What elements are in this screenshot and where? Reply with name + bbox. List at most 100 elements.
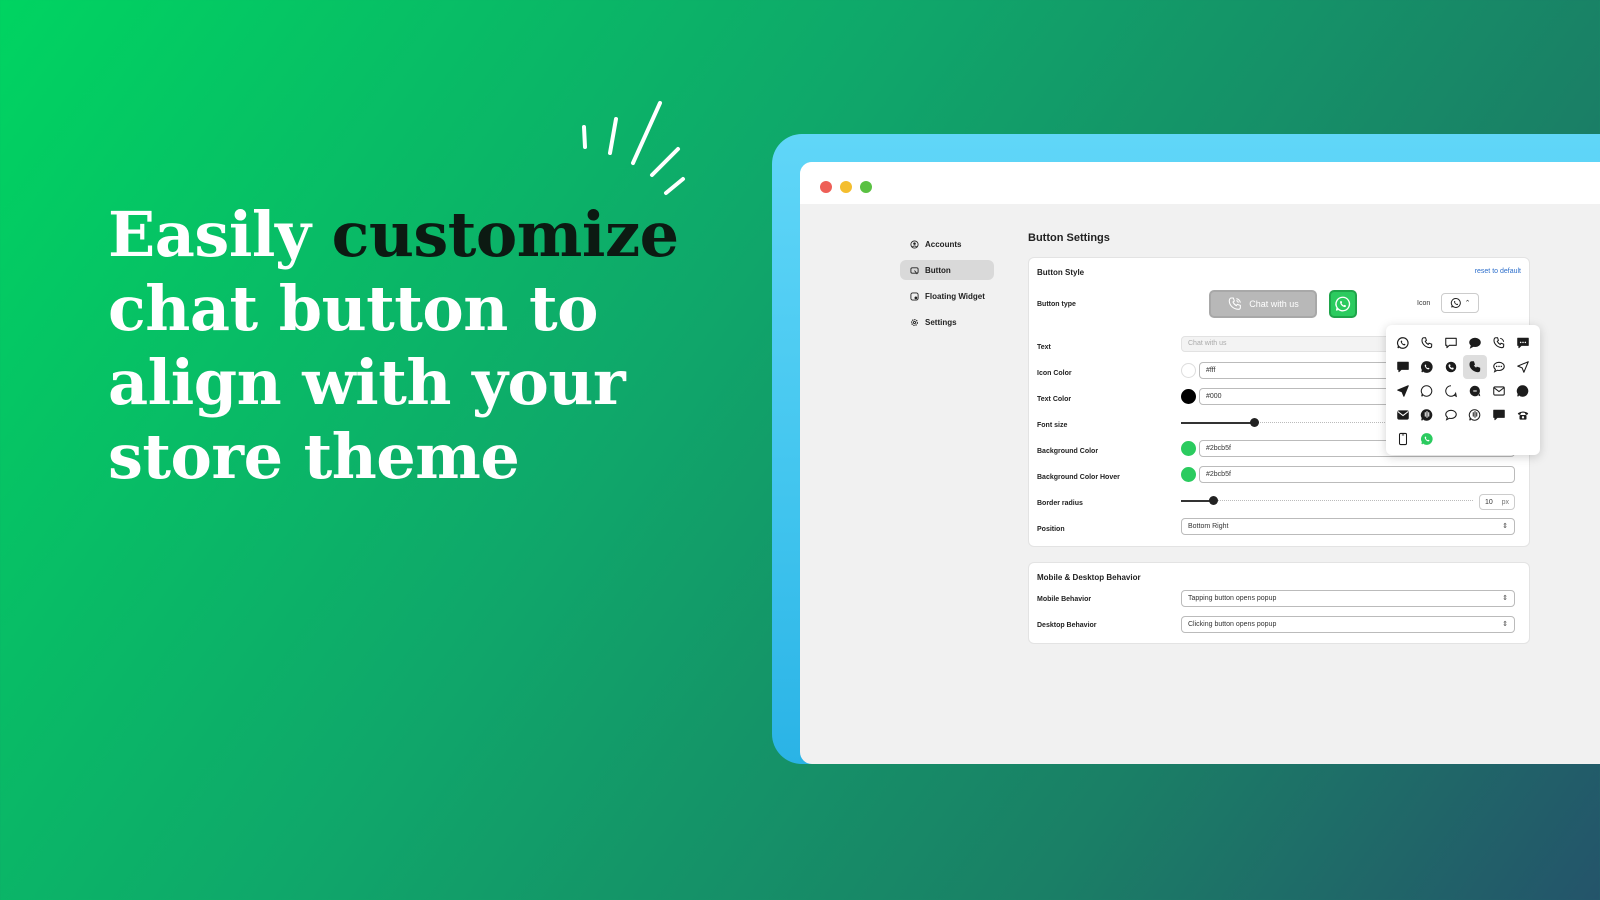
background-color-swatch[interactable] [1181, 441, 1196, 456]
icon-option[interactable] [1439, 331, 1463, 355]
icon-option[interactable] [1511, 331, 1535, 355]
icon-option[interactable] [1415, 355, 1439, 379]
icon-option[interactable] [1511, 355, 1535, 379]
icon-option[interactable] [1439, 403, 1463, 427]
sidebar-item-label: Button [925, 265, 951, 275]
sidebar-item-label: Settings [925, 317, 957, 327]
whatsapp-green-icon [1420, 433, 1433, 445]
desktop-behavior-value: Clicking button opens popup [1188, 621, 1277, 628]
widget-icon [910, 291, 919, 301]
background-color-label: Background Color [1037, 448, 1099, 455]
icon-option[interactable] [1391, 403, 1415, 427]
telephone-filled-icon [1517, 411, 1529, 420]
icon-option[interactable] [1415, 379, 1439, 403]
icon-option[interactable] [1415, 331, 1439, 355]
chat-bubble-filled-icon [1469, 337, 1481, 349]
sidebar-item-accounts[interactable]: Accounts [900, 234, 994, 254]
icon-option[interactable] [1463, 379, 1487, 403]
text-color-swatch[interactable] [1181, 389, 1196, 404]
select-arrows-icon: ⇕ [1502, 523, 1508, 530]
icon-option[interactable] [1487, 379, 1511, 403]
icon-color-swatch[interactable] [1181, 363, 1196, 378]
icon-option[interactable] [1439, 355, 1463, 379]
icon-option[interactable] [1391, 427, 1415, 451]
icon-option[interactable] [1415, 403, 1439, 427]
whatsapp-button-preview[interactable] [1329, 290, 1357, 318]
account-icon [910, 239, 919, 249]
audio-chat-filled-icon [1420, 409, 1433, 421]
phone-filled-icon [1469, 361, 1481, 373]
icon-select[interactable]: ⌃ [1441, 293, 1479, 313]
slider-fill [1181, 422, 1255, 424]
icon-option[interactable] [1511, 379, 1535, 403]
sidebar-item-floating-widget[interactable]: Floating Widget [900, 286, 994, 306]
icon-color-label: Icon Color [1037, 370, 1072, 377]
minimize-window-button[interactable] [840, 181, 852, 193]
icon-option[interactable] [1487, 355, 1511, 379]
slider-knob[interactable] [1250, 418, 1260, 427]
button-style-title: Button Style [1037, 268, 1085, 277]
headline-part1: Easily [108, 198, 332, 271]
icon-option[interactable] [1391, 379, 1415, 403]
page-title: Button Settings [1028, 232, 1110, 244]
desktop-behavior-label: Desktop Behavior [1037, 622, 1097, 629]
font-size-label: Font size [1037, 422, 1068, 429]
headline-highlight: customize [331, 198, 680, 271]
icon-option[interactable] [1463, 403, 1487, 427]
select-arrows-icon: ⇕ [1502, 621, 1508, 628]
background-hover-swatch[interactable] [1181, 467, 1196, 482]
mobile-behavior-value: Tapping button opens popup [1188, 595, 1277, 602]
icon-option[interactable] [1391, 331, 1415, 355]
slider-track [1181, 500, 1473, 501]
mobile-behavior-select[interactable]: Tapping button opens popup ⇕ [1181, 590, 1515, 607]
sidebar-item-settings[interactable]: Settings [900, 312, 994, 332]
phone-call-outline-icon [1493, 337, 1505, 349]
spark-lines-icon [582, 101, 685, 195]
chat-button-preview[interactable]: Chat with us [1209, 290, 1317, 318]
position-select[interactable]: Bottom Right ⇕ [1181, 518, 1515, 535]
icon-option[interactable] [1391, 355, 1415, 379]
headline-part2: chat button to align with your store the… [108, 272, 626, 493]
border-radius-label: Border radius [1037, 500, 1083, 507]
border-radius-value: 10 [1485, 498, 1493, 506]
icon-option[interactable] [1511, 403, 1535, 427]
reset-to-default-link[interactable]: reset to default [1475, 268, 1521, 275]
slider-knob[interactable] [1209, 496, 1219, 505]
sidebar-item-button[interactable]: Button [900, 260, 994, 280]
maximize-window-button[interactable] [860, 181, 872, 193]
headline: Easily customize chat button to align wi… [108, 198, 748, 494]
mobile-behavior-label: Mobile Behavior [1037, 596, 1092, 603]
chat-button-preview-text: Chat with us [1249, 299, 1299, 309]
icon-option[interactable] [1463, 355, 1487, 379]
chat-swirl-outline-icon [1445, 385, 1457, 398]
whatsapp-icon [1335, 296, 1351, 312]
icon-option[interactable] [1415, 427, 1439, 451]
chat-round-outline-icon [1420, 385, 1433, 397]
border-radius-unit: px [1501, 498, 1509, 506]
chat-swirl-filled-icon [1469, 385, 1481, 397]
icon-picker-grid [1391, 331, 1535, 451]
text-label: Text [1037, 344, 1051, 351]
border-radius-input[interactable]: 10 px [1479, 494, 1515, 510]
icon-option[interactable] [1439, 379, 1463, 403]
desktop-behavior-select[interactable]: Clicking button opens popup ⇕ [1181, 616, 1515, 633]
text-color-label: Text Color [1037, 396, 1072, 403]
border-radius-slider[interactable] [1181, 496, 1473, 506]
whatsapp-icon [1450, 297, 1461, 308]
whatsapp-outline-icon [1396, 337, 1409, 349]
close-window-button[interactable] [820, 181, 832, 193]
icon-option[interactable] [1487, 403, 1511, 427]
icon-option[interactable] [1463, 331, 1487, 355]
icon-option[interactable] [1487, 331, 1511, 355]
icon-label: Icon [1417, 300, 1431, 307]
behavior-title: Mobile & Desktop Behavior [1037, 573, 1141, 582]
gear-icon [910, 318, 919, 326]
audio-chat-outline-icon [1468, 409, 1481, 421]
background-hover-label: Background Color Hover [1037, 474, 1120, 481]
background-hover-input[interactable]: #2bcb5f [1199, 466, 1515, 483]
whatsapp-filled-icon [1420, 361, 1433, 373]
sidebar-item-label: Floating Widget [925, 291, 985, 301]
chat-tail-filled-icon [1493, 409, 1505, 421]
icon-picker-popover [1386, 325, 1540, 455]
mail-outline-icon [1493, 386, 1505, 396]
